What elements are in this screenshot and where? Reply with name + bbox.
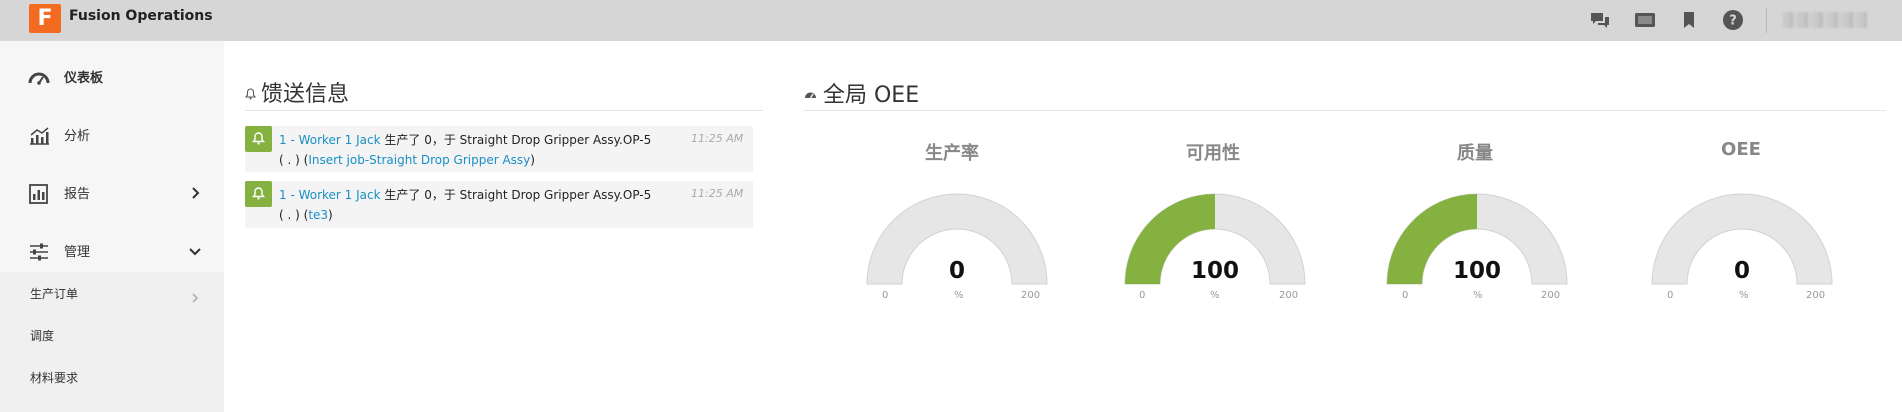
oee-title-divider: [804, 110, 1886, 111]
gauge-value-quality: 100: [1452, 258, 1501, 284]
sidebar-item-label: 管理: [64, 245, 91, 260]
sidebar-item-dashboard[interactable]: 仪表板: [0, 49, 224, 107]
sidebar-item-label: 分析: [64, 129, 91, 144]
bell-icon: [251, 132, 266, 145]
feed-item: 1 - Worker 1 Jack 生产了 0，于 Straight Drop …: [245, 181, 753, 228]
gauge-icon: [804, 85, 817, 104]
gauge-title-quality: 质量: [1457, 143, 1493, 164]
feed-message: 1 - Worker 1 Jack 生产了 0，于 Straight Drop …: [279, 185, 679, 225]
chevron-right-icon: [188, 185, 202, 199]
feed-item: 1 - Worker 1 Jack 生产了 0，于 Straight Drop …: [245, 126, 753, 172]
chevron-right-icon: [190, 288, 200, 303]
gauge-min-label: 0: [1402, 290, 1409, 301]
dashboard-icon: [28, 68, 50, 88]
gauge-value-availability: 100: [1190, 258, 1239, 284]
gauge-unit-label: %: [954, 290, 964, 301]
gauge-min-label: 0: [1139, 290, 1146, 301]
sidebar-subitem-scheduling[interactable]: 调度: [30, 327, 54, 344]
feed-timestamp: 11:25 AM: [691, 132, 744, 145]
user-menu[interactable]: [1783, 12, 1867, 28]
gauge-title-oee: OEE: [1721, 139, 1761, 160]
feed-line2-suffix: ): [328, 208, 333, 222]
oee-title: 全局 OEE: [823, 83, 920, 108]
help-icon[interactable]: ?: [1722, 9, 1744, 31]
gauge-value-performance: 0: [948, 258, 965, 284]
gauge-unit-label: %: [1473, 290, 1483, 301]
sidebar-subitem-production-orders[interactable]: 生产订单: [30, 285, 78, 302]
bookmark-icon[interactable]: [1678, 9, 1700, 31]
analytics-icon: [28, 126, 50, 146]
feed-badge: [245, 181, 272, 207]
header-divider: [1766, 8, 1767, 33]
gauge-max-label: 200: [1806, 290, 1826, 301]
report-icon: [28, 184, 50, 204]
gauge-max-label: 200: [1541, 290, 1561, 301]
sidebar-subitem-label: 调度: [30, 329, 55, 343]
gauge-value-oee: 0: [1733, 258, 1750, 284]
gauge-max-label: 200: [1021, 290, 1041, 301]
sidebar-item-reports[interactable]: 报告: [0, 165, 224, 223]
gauge-min-label: 0: [882, 290, 889, 301]
svg-text:?: ?: [1729, 14, 1737, 29]
sidebar: 仪表板 分析 报告 管理 生产订单 调度 材料要求: [0, 41, 224, 412]
worker-link[interactable]: 1 - Worker 1 Jack: [279, 133, 381, 147]
sidebar-subitem-material-requirements[interactable]: 材料要求: [30, 369, 78, 386]
gauge-title-availability: 可用性: [1186, 143, 1240, 164]
chat-icon[interactable]: [1589, 9, 1611, 31]
feed-message: 1 - Worker 1 Jack 生产了 0，于 Straight Drop …: [279, 130, 679, 170]
sidebar-item-analytics[interactable]: 分析: [0, 107, 224, 165]
gauge-max-label: 200: [1279, 290, 1299, 301]
app-logo[interactable]: F: [29, 4, 61, 33]
feed-line2-suffix: ): [530, 153, 535, 167]
feed-message-text: 生产了 0，于 Straight Drop Gripper Assy.OP-5: [380, 188, 652, 202]
gauge-unit-label: %: [1739, 290, 1749, 301]
worker-link[interactable]: 1 - Worker 1 Jack: [279, 188, 381, 202]
feed-title: 馈送信息: [261, 82, 350, 107]
sidebar-item-label: 仪表板: [64, 71, 104, 86]
top-bar: F Fusion Operations ?: [0, 0, 1902, 41]
chevron-down-icon: [188, 243, 202, 257]
sliders-icon: [28, 242, 50, 262]
bell-icon: [251, 187, 266, 200]
app-title: Fusion Operations: [69, 8, 213, 24]
feed-line2-prefix: ( . ) (: [279, 153, 309, 167]
gauge-min-label: 0: [1667, 290, 1674, 301]
feed-badge: [245, 126, 272, 152]
feed-line2-prefix: ( . ) (: [279, 208, 309, 222]
gauge-title-performance: 生产率: [925, 143, 979, 164]
feed-title-divider: [245, 110, 763, 111]
bell-icon: [244, 85, 257, 104]
sidebar-subitem-label: 生产订单: [30, 287, 79, 301]
feed-timestamp: 11:25 AM: [691, 187, 744, 200]
tablet-icon[interactable]: [1634, 9, 1656, 31]
feed-message-text: 生产了 0，于 Straight Drop Gripper Assy.OP-5: [380, 133, 652, 147]
gauge-unit-label: %: [1210, 290, 1220, 301]
sidebar-item-admin[interactable]: 管理: [0, 223, 224, 281]
sidebar-subitem-label: 材料要求: [30, 371, 79, 385]
sidebar-item-label: 报告: [64, 187, 91, 202]
job-link[interactable]: te3: [308, 208, 328, 222]
job-link[interactable]: Insert job-Straight Drop Gripper Assy: [308, 153, 530, 167]
